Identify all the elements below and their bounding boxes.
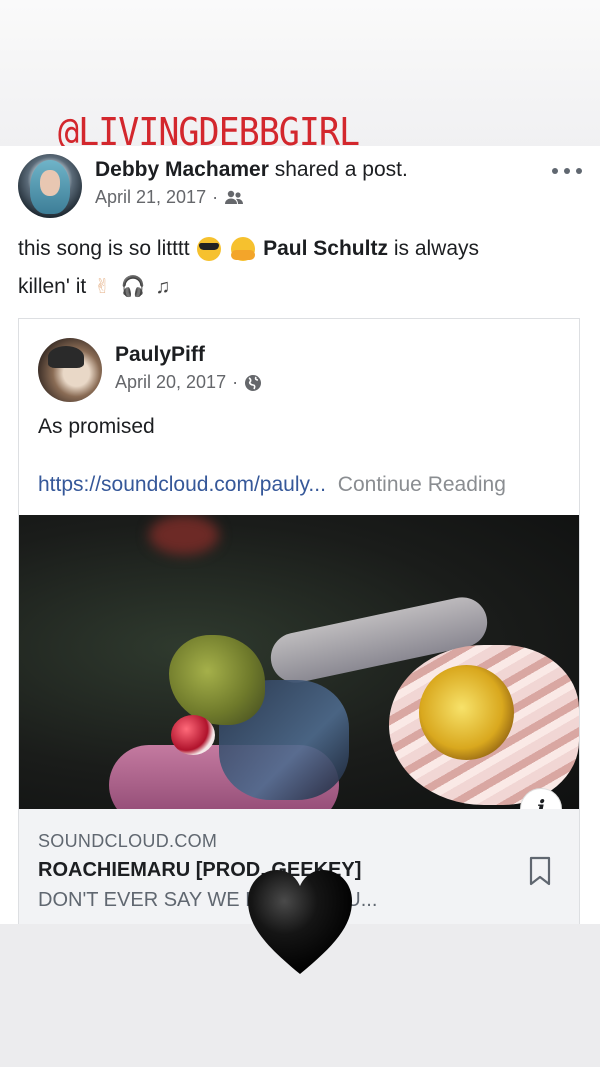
- post-date[interactable]: April 21, 2017: [95, 187, 206, 208]
- rock-hand-emoji: ✌: [94, 276, 111, 299]
- post-caption: this song is so litttt Paul Schultz is a…: [18, 230, 578, 306]
- post-header: Debby Machamer shared a post.: [95, 158, 408, 182]
- caption-text-2: is always: [393, 237, 480, 260]
- avatar-cap: [48, 346, 84, 368]
- bookmark-icon[interactable]: [529, 856, 551, 886]
- facebook-post: Debby Machamer shared a post. April 21, …: [0, 146, 600, 925]
- headphones-emoji: 🎧: [120, 276, 146, 299]
- post-meta: April 21, 2017 ·: [95, 187, 244, 208]
- image-yellow-glass: [419, 665, 514, 760]
- shared-author-avatar[interactable]: [38, 338, 102, 402]
- shared-post-meta: April 20, 2017 ·: [115, 372, 262, 393]
- meta-separator: ·: [232, 372, 239, 392]
- author-avatar[interactable]: [18, 154, 82, 218]
- link-preview-image[interactable]: i: [19, 515, 579, 809]
- soundcloud-link[interactable]: https://soundcloud.com/pauly...: [38, 473, 326, 496]
- link-domain: SOUNDCLOUD.COM: [38, 831, 218, 851]
- shared-author-name[interactable]: PaulyPiff: [115, 343, 205, 367]
- shared-post-date[interactable]: April 20, 2017: [115, 372, 226, 393]
- continue-reading-link[interactable]: Continue Reading: [338, 473, 506, 496]
- more-options-icon[interactable]: [552, 166, 582, 176]
- shared-link-row: https://soundcloud.com/pauly... Continue…: [38, 473, 506, 497]
- friends-icon: [225, 190, 244, 204]
- meta-separator: ·: [212, 187, 219, 207]
- caption-text-1: this song is so litttt: [18, 237, 190, 260]
- sunglasses-emoji: [197, 237, 222, 262]
- shared-post-card[interactable]: PaulyPiff April 20, 2017 · As promised h…: [18, 318, 580, 925]
- music-notes-emoji: ♫: [155, 276, 171, 299]
- globe-icon: [245, 374, 262, 391]
- black-heart-icon: [248, 870, 352, 974]
- author-name[interactable]: Debby Machamer: [95, 158, 269, 181]
- hugging-emoji: [231, 237, 256, 262]
- mention-link[interactable]: Paul Schultz: [263, 237, 388, 260]
- image-blur-red: [149, 515, 219, 555]
- avatar-face: [40, 170, 60, 196]
- image-bud: [169, 635, 265, 725]
- image-red-bead: [171, 715, 215, 755]
- shared-post-text: As promised: [38, 415, 155, 438]
- caption-text-3: killen' it: [18, 275, 87, 298]
- shared-action-text: shared a post.: [274, 158, 408, 181]
